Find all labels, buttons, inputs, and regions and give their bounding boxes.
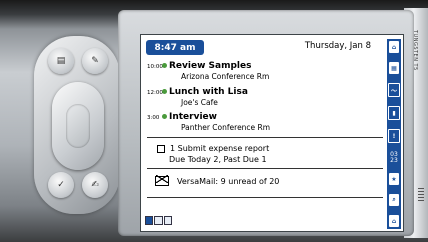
alert-icon[interactable]: ! [388, 129, 400, 143]
task-item[interactable]: 1 Submit expense report Due Today 2, Pas… [157, 143, 269, 165]
view-toggle-week[interactable] [154, 216, 163, 225]
navigator-center-button[interactable] [66, 104, 90, 148]
notes-key[interactable]: ✍ [82, 172, 108, 198]
status-bar: ⌂ ▦ 〜 ▮ ! 03 23 ★ ⌕ ⌂ [387, 39, 401, 229]
tasks-key[interactable]: ✓ [48, 172, 74, 198]
view-toggle[interactable] [145, 216, 173, 225]
view-toggle-day[interactable] [145, 216, 154, 225]
numbers-icon: 03 23 [390, 151, 398, 164]
category-dot-icon [162, 114, 167, 119]
category-dot-icon [162, 89, 167, 94]
palm-device: TUNGSTEN T5 ▤ ✎ ✓ ✍ 8:47 am Thursday, Ja… [0, 0, 428, 242]
appointment-title: Review Samples [169, 61, 252, 71]
home-icon[interactable]: ⌂ [389, 41, 399, 53]
clock-badge[interactable]: 8:47 am [146, 40, 204, 55]
date-label: Thursday, Jan 8 [304, 41, 371, 51]
screen: 8:47 am Thursday, Jan 8 10:00 Review Samp… [140, 34, 404, 232]
battery-icon: ▮ [388, 106, 400, 120]
appointment-time: 12:00 [147, 90, 163, 96]
mail-summary[interactable]: VersaMail: 9 unread of 20 [155, 175, 280, 186]
envelope-icon [155, 175, 169, 186]
appointment-location: Panther Conference Rm [181, 123, 271, 132]
category-dot-icon [162, 63, 167, 68]
appointment-row[interactable]: 10:00 Review Samples [147, 61, 251, 71]
speaker-grille [418, 188, 424, 202]
task-checkbox[interactable] [157, 144, 165, 153]
agenda-view: 8:47 am Thursday, Jan 8 10:00 Review Samp… [141, 35, 385, 231]
mail-label: VersaMail: 9 unread of 20 [177, 176, 280, 186]
contacts-key[interactable]: ✎ [82, 48, 108, 74]
appointment-row[interactable]: 12:00 Lunch with Lisa [147, 87, 248, 97]
graffiti-icon[interactable]: 〜 [388, 83, 400, 97]
appointment-time: 10:00 [147, 64, 163, 70]
appointment-title: Lunch with Lisa [169, 87, 248, 97]
appointment-row[interactable]: 3:00 Interview [147, 112, 217, 122]
task-title: Submit expense report [177, 144, 270, 153]
appointment-title: Interview [169, 112, 217, 122]
task-number: 1 [170, 144, 176, 153]
search-icon[interactable]: ⌕ [389, 194, 399, 206]
divider [147, 168, 383, 169]
view-toggle-month[interactable] [163, 216, 172, 225]
appointment-location: Joe's Cafe [181, 98, 218, 107]
calendar-key[interactable]: ▤ [48, 48, 74, 74]
calendar-icon[interactable]: ▦ [389, 62, 399, 74]
app-icon[interactable]: ⌂ [389, 215, 399, 227]
star-icon[interactable]: ★ [389, 173, 399, 185]
appointment-time: 3:00 [147, 115, 160, 121]
divider [147, 197, 383, 198]
task-due: Due Today 2, Past Due 1 [169, 155, 267, 164]
appointment-location: Arizona Conference Rm [181, 72, 270, 81]
divider [147, 137, 383, 138]
